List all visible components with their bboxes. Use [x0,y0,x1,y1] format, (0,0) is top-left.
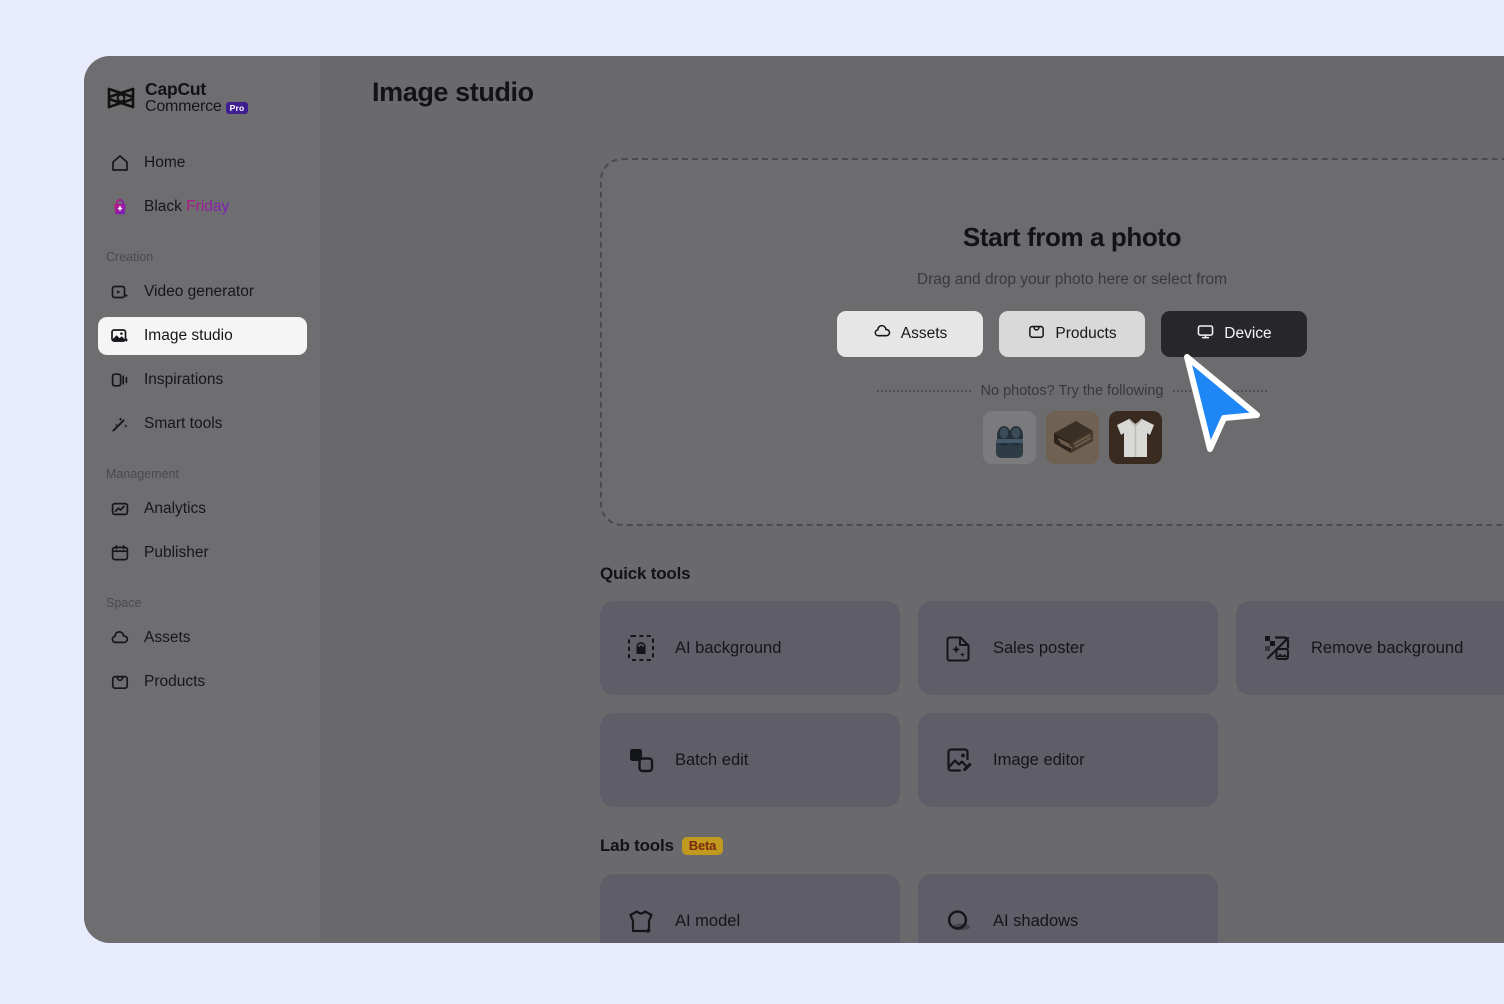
tool-card-ai-background[interactable]: AI background [600,601,900,695]
tool-card-ai-shadows[interactable]: AI shadows [918,874,1218,943]
bf-word-black: Black [144,197,187,215]
tool-label-batch-edit: Batch edit [675,750,749,769]
sidebar-item-inspirations[interactable]: Inspirations [98,361,307,399]
image-studio-icon [110,326,130,346]
no-photos-divider: No photos? Try the following [877,383,1267,399]
tool-card-image-editor[interactable]: Image editor [918,713,1218,807]
cloud-icon [110,628,130,648]
cloud-icon [873,322,892,346]
capcut-logo-icon [106,85,136,111]
home-icon [110,153,130,173]
sidebar-item-publisher[interactable]: Publisher [98,534,307,572]
main-content: Image studio Start from a photo Drag and… [322,56,1504,943]
divider-line-left [877,390,971,392]
sidebar-item-black-friday[interactable]: Black Friday [98,188,307,226]
divider-line-right [1173,390,1267,392]
sidebar-item-label-products: Products [144,672,206,690]
tool-label-image-editor: Image editor [993,750,1085,769]
pro-badge: Pro [225,102,248,115]
tool-label-ai-model: AI model [675,911,741,930]
sample-thumbnails [982,411,1162,464]
upload-title: Start from a photo [962,222,1182,252]
lab-tools-heading: Lab tools Beta [600,836,724,856]
batch-edit-icon [626,745,656,775]
sidebar-group-label-space: Space [106,595,142,610]
sidebar-item-label-home: Home [144,153,186,171]
upload-dropzone[interactable]: Start from a photo Drag and drop your ph… [600,158,1504,526]
ai-model-icon [626,906,656,936]
assets-button-label: Assets [900,325,948,342]
sidebar-item-products[interactable]: Products [98,663,307,701]
monitor-icon [1196,322,1215,346]
lab-tools-heading-label: Lab tools [600,836,674,855]
makeup-palette-thumbnail[interactable] [1045,411,1099,464]
sidebar-item-label-black-friday: Black Friday [144,198,229,216]
image-editor-icon [944,745,974,775]
page-title: Image studio [372,77,534,107]
ai-background-icon [626,633,656,663]
sidebar-item-label-inspirations: Inspirations [144,370,224,388]
app-window: CapCut Commerce Pro Home Black Friday Cr… [84,56,1504,943]
tool-label-remove-background: Remove background [1311,638,1464,657]
sidebar-group-label-management: Management [106,466,179,481]
sidebar-item-analytics[interactable]: Analytics [98,490,307,528]
sidebar-item-smart-tools[interactable]: Smart tools [98,405,307,443]
sidebar-group-label-creation: Creation [106,249,154,264]
sidebar-item-label-image-studio: Image studio [144,326,233,344]
sidebar-item-label-assets: Assets [144,628,191,646]
magic-wand-icon [110,414,130,434]
ai-shadows-icon [944,906,974,936]
sidebar-item-assets[interactable]: Assets [98,619,307,657]
bf-word-friday: Friday [186,197,230,215]
sidebar-item-image-studio[interactable]: Image studio [98,316,307,355]
brand-logo-block[interactable]: CapCut Commerce Pro [84,56,321,116]
brand-line-2: Commerce [145,97,222,115]
sales-poster-icon [944,633,974,663]
products-button[interactable]: Products [999,311,1145,357]
beta-badge: Beta [681,837,724,855]
assets-button[interactable]: Assets [837,311,983,357]
upload-source-buttons: Assets Products Device [837,311,1307,357]
sidebar-item-label-publisher: Publisher [144,543,209,561]
device-button[interactable]: Device [1161,311,1307,357]
earbuds-thumbnail[interactable] [982,411,1036,464]
calendar-icon [110,543,130,563]
tool-label-ai-shadows: AI shadows [993,911,1079,930]
products-button-label: Products [1055,325,1117,342]
sidebar-item-label-smart-tools: Smart tools [144,414,223,432]
brand-line-1: CapCut [145,79,207,99]
tool-card-batch-edit[interactable]: Batch edit [600,713,900,807]
analytics-icon [110,499,130,519]
bag-icon [110,672,130,692]
remove-background-icon [1262,633,1292,663]
bag-icon [1027,322,1046,346]
sidebar-item-label-analytics: Analytics [144,499,207,517]
upload-subtitle: Drag and drop your photo here or select … [916,271,1228,288]
tool-label-ai-background: AI background [675,638,782,657]
tool-card-remove-background[interactable]: Remove background [1236,601,1504,695]
page-root: CapCut Commerce Pro Home Black Friday Cr… [0,0,1504,1004]
sidebar: CapCut Commerce Pro Home Black Friday Cr… [84,56,322,943]
inspirations-icon [110,370,130,390]
sidebar-item-video-generator[interactable]: Video generator [98,273,307,311]
sidebar-item-home[interactable]: Home [98,144,307,182]
device-button-label: Device [1224,325,1272,342]
quick-tools-heading-label: Quick tools [600,564,691,583]
upload-inner: Start from a photo Drag and drop your ph… [602,160,1504,524]
lab-tools-grid: AI model AI shadows [600,874,1504,943]
quick-tools-heading: Quick tools [600,564,691,584]
gift-bag-icon [110,197,130,217]
quick-tools-grid: AI background Sales poster Remove backgr… [600,601,1504,807]
no-photos-text: No photos? Try the following [980,383,1164,399]
white-shirt-thumbnail[interactable] [1108,411,1162,464]
tool-card-sales-poster[interactable]: Sales poster [918,601,1218,695]
tool-label-sales-poster: Sales poster [993,638,1085,657]
sidebar-item-label-video-generator: Video generator [144,282,255,300]
tool-card-ai-model[interactable]: AI model [600,874,900,943]
video-generator-icon [110,282,130,302]
